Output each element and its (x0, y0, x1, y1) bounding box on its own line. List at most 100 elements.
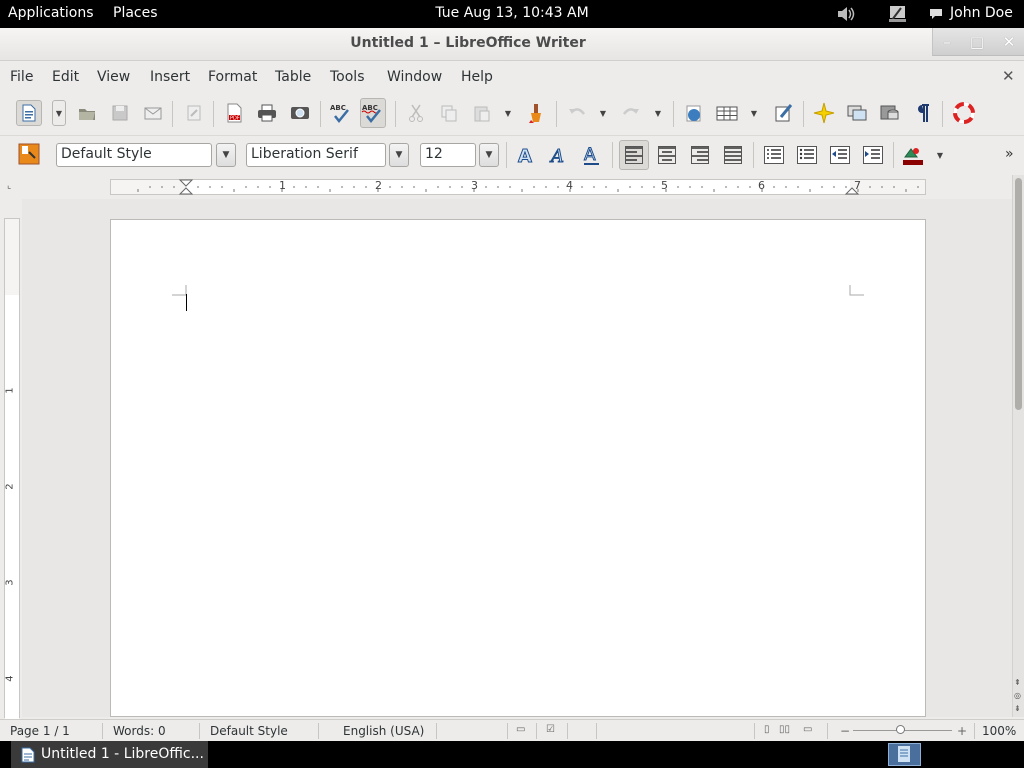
undo-icon[interactable] (564, 100, 590, 126)
menu-tools[interactable]: Tools (330, 69, 365, 85)
ruler-label: 4 (4, 675, 16, 682)
word-count[interactable]: Words: 0 (113, 724, 166, 738)
help-icon[interactable] (951, 100, 977, 126)
font-name-dropdown-icon[interactable]: ▼ (389, 143, 409, 167)
vertical-ruler[interactable]: 1 2 3 4 (4, 218, 20, 719)
print-icon[interactable] (254, 100, 280, 126)
text-cursor (186, 294, 187, 311)
tab-stop-type-icon[interactable]: ⌞ (7, 181, 11, 191)
zoom-out-icon[interactable]: − (840, 724, 850, 738)
close-document-button[interactable]: ✕ (1002, 67, 1015, 85)
align-center-icon[interactable] (654, 142, 680, 168)
ruler-label: 6 (758, 179, 765, 192)
navigation-icon[interactable]: ◎ (1014, 691, 1021, 700)
table-dropdown-icon[interactable]: ▼ (749, 100, 759, 126)
insert-mode-icon[interactable]: ▭ (516, 724, 525, 735)
font-size-dropdown-icon[interactable]: ▼ (479, 143, 499, 167)
background-color-dropdown-icon[interactable]: ▼ (935, 142, 945, 168)
maximize-button[interactable]: □ (967, 32, 987, 52)
background-color-icon[interactable] (900, 142, 926, 168)
menu-insert[interactable]: Insert (150, 69, 190, 85)
copy-icon[interactable] (436, 100, 462, 126)
zoom-level[interactable]: 100% (982, 724, 1016, 738)
increase-indent-icon[interactable] (860, 142, 886, 168)
window-titlebar[interactable]: Untitled 1 – LibreOffice Writer – □ ✕ (0, 28, 1024, 61)
new-document-icon[interactable] (16, 100, 42, 126)
paragraph-style-field[interactable]: Default Style (56, 143, 212, 167)
formatting-marks-icon[interactable] (910, 100, 936, 126)
previous-page-icon[interactable]: ⇞ (1014, 678, 1021, 687)
paste-icon[interactable] (469, 100, 495, 126)
document-page[interactable] (110, 219, 926, 717)
zoom-in-icon[interactable]: + (957, 724, 967, 738)
network-icon[interactable] (886, 3, 908, 25)
font-name-field[interactable]: Liberation Serif (246, 143, 386, 167)
export-pdf-icon[interactable]: PDF (221, 100, 247, 126)
minimize-button[interactable]: – (937, 32, 957, 52)
align-right-icon[interactable] (687, 142, 713, 168)
workspace-switcher[interactable] (888, 743, 921, 766)
zoom-slider-handle[interactable] (896, 725, 905, 734)
table-icon[interactable] (714, 100, 740, 126)
paragraph-style-dropdown-icon[interactable]: ▼ (216, 143, 236, 167)
user-menu[interactable]: John Doe (950, 5, 1013, 21)
single-page-view-icon[interactable]: ▯ (764, 724, 770, 735)
scrollbar-thumb[interactable] (1015, 178, 1022, 410)
gallery-icon[interactable] (844, 100, 870, 126)
new-dropdown-icon[interactable]: ▼ (52, 100, 66, 126)
data-sources-icon[interactable] (877, 100, 903, 126)
volume-icon[interactable] (835, 3, 857, 25)
chat-icon[interactable] (928, 3, 944, 25)
auto-spellcheck-icon[interactable]: ABC (360, 98, 386, 128)
document-modified-icon[interactable]: ☑ (546, 724, 555, 735)
menu-file[interactable]: File (10, 69, 33, 85)
horizontal-ruler[interactable]: 1 2 3 4 5 6 7 (110, 179, 926, 195)
email-icon[interactable] (140, 100, 166, 126)
bullets-icon[interactable] (794, 142, 820, 168)
spellcheck-icon[interactable]: ABC (328, 100, 354, 126)
paste-dropdown-icon[interactable]: ▼ (503, 100, 513, 126)
menu-help[interactable]: Help (461, 69, 493, 85)
menu-edit[interactable]: Edit (52, 69, 79, 85)
decrease-indent-icon[interactable] (827, 142, 853, 168)
print-preview-icon[interactable] (287, 100, 313, 126)
language-status[interactable]: English (USA) (343, 724, 424, 738)
navigator-icon[interactable] (811, 100, 837, 126)
close-button[interactable]: ✕ (999, 32, 1019, 52)
italic-icon[interactable]: A (546, 142, 572, 168)
ruler-label: 2 (375, 179, 382, 192)
toolbar-overflow-icon[interactable]: » (1005, 146, 1014, 162)
font-size-field[interactable]: 12 (420, 143, 476, 167)
underline-icon[interactable]: A (579, 142, 605, 168)
hyperlink-icon[interactable] (681, 100, 707, 126)
menu-view[interactable]: View (97, 69, 130, 85)
menu-table[interactable]: Table (275, 69, 311, 85)
menu-window[interactable]: Window (387, 69, 442, 85)
next-page-icon[interactable]: ⇟ (1014, 704, 1021, 713)
edit-file-icon[interactable] (181, 100, 207, 126)
multi-page-view-icon[interactable]: ▯▯ (779, 724, 790, 735)
book-view-icon[interactable]: ▭ (803, 724, 812, 735)
clock[interactable]: Tue Aug 13, 10:43 AM (0, 5, 1024, 21)
redo-icon[interactable] (618, 100, 644, 126)
taskbar-item-label: Untitled 1 - LibreOffic... (41, 746, 204, 762)
taskbar-item-writer[interactable]: Untitled 1 - LibreOffic... (11, 741, 208, 768)
standard-toolbar: ▼ PDF ABC ABC ▼ ▼ ▼ ▼ (0, 93, 1024, 133)
numbering-icon[interactable] (761, 142, 787, 168)
page-style[interactable]: Default Style (210, 724, 288, 738)
menu-format[interactable]: Format (208, 69, 257, 85)
bold-icon[interactable]: A (513, 142, 539, 168)
open-folder-icon[interactable] (74, 100, 100, 126)
ruler-label: 2 (4, 483, 16, 490)
justify-icon[interactable] (720, 142, 746, 168)
vertical-scrollbar[interactable]: ⇞ ◎ ⇟ (1012, 175, 1024, 717)
styles-formatting-icon[interactable] (16, 141, 42, 167)
redo-dropdown-icon[interactable]: ▼ (653, 100, 663, 126)
cut-icon[interactable] (403, 100, 429, 126)
align-left-icon[interactable] (619, 140, 649, 170)
page-count[interactable]: Page 1 / 1 (10, 724, 70, 738)
save-icon[interactable] (107, 100, 133, 126)
show-draw-functions-icon[interactable] (771, 100, 797, 126)
undo-dropdown-icon[interactable]: ▼ (598, 100, 608, 126)
clone-formatting-icon[interactable] (523, 100, 549, 126)
